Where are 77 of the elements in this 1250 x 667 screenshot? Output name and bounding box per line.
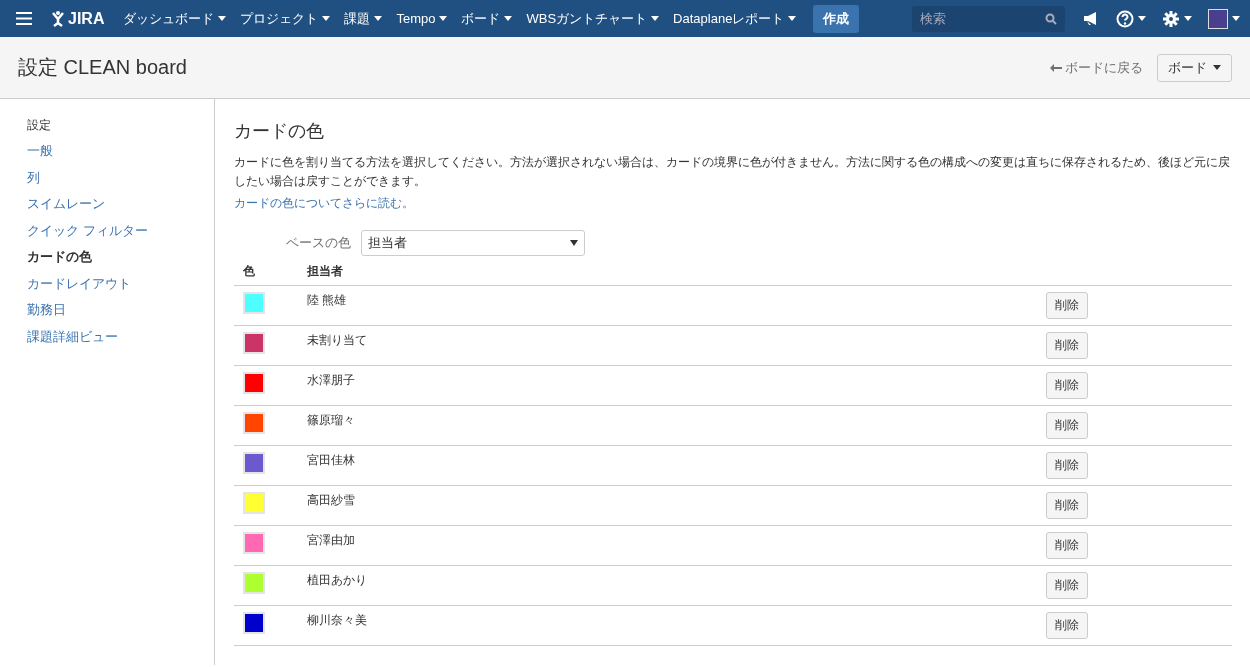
settings-icon (1162, 9, 1180, 28)
assignee-name: 宮田佳林 (307, 453, 355, 467)
sidebar-item[interactable]: 列 (27, 164, 214, 191)
assignee-name: 水澤朋子 (307, 373, 355, 387)
delete-button[interactable]: 削除 (1046, 452, 1088, 479)
menu-icon[interactable] (16, 12, 32, 25)
page-title: 設定 CLEAN board (18, 55, 187, 80)
description-text: カードに色を割り当てる方法を選択してください。方法が選択されない場合は、カードの境界に色が付きません。方法に関する色の構成への変更は直ちに保存されるため、後ほど元に戻したい場合は戻すことができます。 (234, 154, 1231, 190)
assignee-name: 篠原瑠々 (307, 413, 355, 427)
caret-icon (374, 16, 383, 21)
delete-button[interactable]: 削除 (1046, 332, 1088, 359)
settings-menu[interactable] (1162, 9, 1192, 28)
delete-button[interactable]: 削除 (1046, 292, 1088, 319)
avatar-icon (1208, 8, 1228, 29)
sidebar-heading: 設定 (27, 117, 52, 134)
delete-button[interactable]: 削除 (1046, 532, 1088, 559)
assignee-name: 陸 熊雄 (307, 293, 347, 307)
help-menu[interactable] (1116, 9, 1146, 28)
help-icon (1116, 9, 1134, 28)
dropdown-arrow-icon (570, 240, 578, 246)
field-label: ベースの色 (286, 234, 351, 252)
caret-icon (1184, 16, 1192, 21)
color-swatch[interactable] (243, 412, 265, 434)
caret-icon (1232, 16, 1240, 21)
caret-icon (651, 16, 660, 21)
color-swatch[interactable] (243, 532, 265, 554)
delete-button[interactable]: 削除 (1046, 572, 1088, 599)
sidebar-item[interactable]: 勤務日 (27, 297, 214, 324)
back-link[interactable]: ボードに戻る (1050, 58, 1143, 77)
color-swatch[interactable] (243, 572, 265, 594)
assignee-name: 高田紗雪 (307, 493, 355, 507)
sidebar-item[interactable]: カードの色 (27, 244, 214, 271)
sidebar-item[interactable]: 課題詳細ビュー (27, 323, 214, 350)
delete-button[interactable]: 削除 (1046, 492, 1088, 519)
jira-logo[interactable]: JIRA (50, 9, 105, 28)
color-swatch[interactable] (243, 372, 265, 394)
delete-button[interactable]: 削除 (1046, 412, 1088, 439)
caret-icon (788, 16, 797, 21)
nav-menu[interactable]: ダッシュボード (116, 0, 234, 37)
left-arrow-icon (1050, 63, 1062, 72)
section-title: カードの色 (234, 120, 325, 143)
sidebar-item[interactable]: スイムレーン (27, 191, 214, 218)
nav-menu[interactable]: ボード (454, 0, 520, 37)
caret-icon (1138, 16, 1146, 21)
nav-menu[interactable]: プロジェクト (233, 0, 338, 37)
caret-icon (439, 16, 448, 21)
delete-button[interactable]: 削除 (1046, 612, 1088, 639)
nav-menu[interactable]: WBSガントチャート (519, 0, 667, 37)
sidebar-item[interactable]: クイック フィルター (27, 217, 214, 244)
color-swatch[interactable] (243, 292, 265, 314)
create-button[interactable]: 作成 (813, 4, 860, 33)
nav-menu[interactable]: Tempo (389, 0, 455, 37)
caret-icon (218, 16, 227, 21)
assignee-name: 宮澤由加 (307, 533, 355, 547)
sidebar-item[interactable]: カードレイアウト (27, 270, 214, 297)
profile-menu[interactable] (1208, 8, 1240, 29)
color-swatch[interactable] (243, 452, 265, 474)
assignee-name: 未割り当て (307, 333, 367, 347)
delete-button[interactable]: 削除 (1046, 372, 1088, 399)
read-more-link[interactable]: カードの色についてさらに読む。 (234, 195, 414, 212)
search-icon (1045, 12, 1057, 25)
color-swatch[interactable] (243, 612, 265, 634)
board-dropdown-button[interactable]: ボード (1157, 53, 1232, 82)
base-color-dropdown[interactable]: 担当者 (361, 230, 585, 256)
caret-icon (1213, 65, 1221, 70)
assignee-name: 植田あかり (307, 573, 367, 587)
column-header: 担当者 (307, 264, 343, 278)
nav-menu[interactable]: 課題 (337, 0, 390, 37)
column-header: 色 (243, 264, 255, 278)
sidebar-item[interactable]: 一般 (27, 138, 214, 165)
assignee-name: 柳川奈々美 (307, 613, 367, 627)
search-field[interactable]: 検索 (912, 5, 1065, 32)
caret-icon (322, 16, 331, 21)
caret-icon (504, 16, 513, 21)
color-swatch[interactable] (243, 332, 265, 354)
nav-menu[interactable]: Dataplaneレポート (666, 0, 804, 37)
color-swatch[interactable] (243, 492, 265, 514)
